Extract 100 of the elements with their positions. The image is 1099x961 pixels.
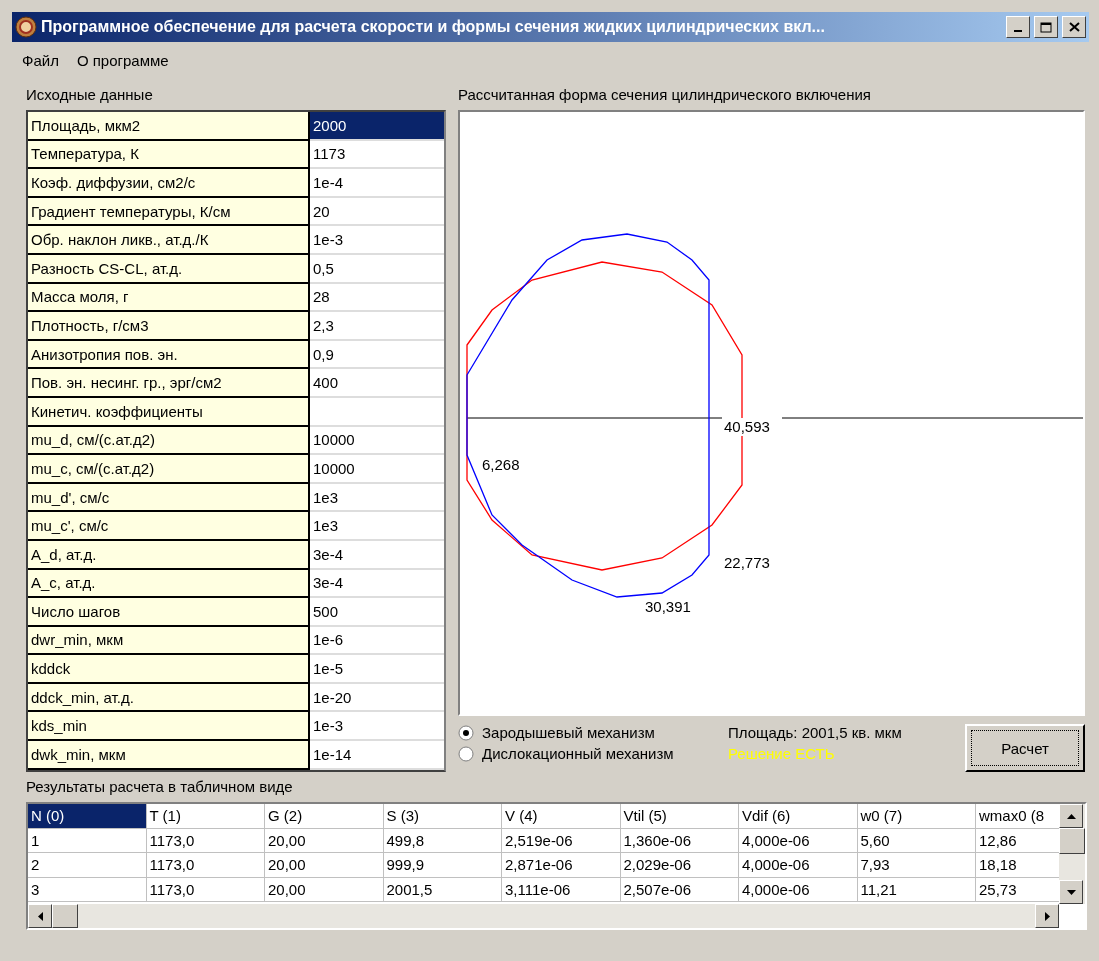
close-icon (1068, 22, 1080, 32)
table-cell: 999,9 (383, 853, 502, 878)
parameter-label: A_d, ат.д. (28, 540, 310, 570)
parameter-label: Обр. наклон ликв., ат.д./К (28, 226, 310, 255)
table-cell: 11,21 (857, 877, 976, 902)
parameter-label: kddck (28, 655, 310, 684)
table-cell: 20,00 (265, 828, 384, 853)
radio-label: Дислокационный механизм (482, 745, 674, 762)
parameter-value[interactable]: 1e-4 (310, 169, 444, 198)
table-cell: 2,029e-06 (620, 853, 739, 878)
column-header[interactable]: S (3) (383, 804, 502, 829)
parameter-value[interactable]: 3e-4 (310, 540, 444, 570)
table-cell: 20,00 (265, 877, 384, 902)
parameter-label: ddck_min, ат.д. (28, 683, 310, 713)
status-text: Решение ЕСТЬ (728, 745, 836, 762)
column-header[interactable]: N (0) (28, 804, 147, 829)
up-arrow-icon (1066, 813, 1076, 819)
table-cell: 1173,0 (146, 853, 265, 878)
table-cell: 1,360e-06 (620, 828, 739, 853)
parameter-label: Градиент температуры, К/см (28, 197, 310, 227)
parameter-label: dwr_min, мкм (28, 626, 310, 656)
section-title: Рассчитанная форма сечения цилиндрического включения (458, 86, 872, 105)
parameter-label: Кинетич. коэффициенты (28, 397, 310, 427)
table-cell: 2001,5 (383, 877, 502, 902)
menu-item[interactable]: О программе (76, 52, 169, 78)
parameter-label: mu_d, см/(с.ат.д2) (28, 426, 310, 456)
parameter-label: Разность CS-CL, ат.д. (28, 254, 310, 284)
section-title: Результаты расчета в табличном виде (26, 778, 294, 797)
mechanism-radio[interactable]: Дислокационный механизм (458, 745, 728, 762)
parameter-label: Число шагов (28, 598, 310, 627)
parameter-value[interactable]: 1e3 (310, 512, 444, 541)
window-title: Программное обеспечение для расчета скорости и формы сечения жидких цилиндрических вкл... (41, 18, 826, 36)
calculate-button[interactable]: Расчет (965, 724, 1085, 772)
parameter-value[interactable]: 0,5 (310, 254, 444, 284)
table-cell: 3 (28, 877, 147, 902)
table-cell: 2,871e-06 (502, 853, 621, 878)
parameter-value[interactable]: 0,9 (310, 340, 444, 370)
parameter-label: Температура, К (28, 140, 310, 170)
parameter-value[interactable]: 2000 (310, 112, 444, 141)
maximize-button[interactable] (1034, 16, 1058, 38)
maximize-icon (1040, 21, 1052, 33)
column-header[interactable]: G (2) (265, 804, 384, 829)
parameter-value[interactable]: 1e-3 (310, 226, 444, 255)
parameter-label: dwk_min, мкм (28, 741, 310, 770)
down-arrow-icon (1066, 889, 1076, 895)
parameter-label: Плотность, г/см3 (28, 312, 310, 341)
scrollbar-thumb[interactable] (1059, 828, 1085, 854)
table-cell: 1 (28, 828, 147, 853)
parameter-value[interactable]: 1e-20 (310, 683, 444, 713)
menu-item[interactable]: Файл (22, 52, 59, 78)
parameter-value[interactable]: 2,3 (310, 312, 444, 341)
parameter-label: Коэф. диффузии, см2/с (28, 169, 310, 198)
parameter-value[interactable]: 3e-4 (310, 569, 444, 599)
table-cell: 4,000e-06 (739, 853, 858, 878)
column-header[interactable]: Vdif (6) (739, 804, 858, 829)
minimize-icon (1014, 30, 1022, 32)
parameter-label: mu_c, см/(с.ат.д2) (28, 455, 310, 484)
column-header[interactable]: T (1) (146, 804, 265, 829)
table-cell: 20,00 (265, 853, 384, 878)
mechanism-radio[interactable]: Зародышевый механизм (458, 724, 728, 741)
parameter-label: Площадь, мкм2 (28, 112, 310, 141)
close-button[interactable] (1062, 16, 1086, 38)
parameter-value[interactable]: 500 (310, 598, 444, 627)
parameter-value[interactable]: 400 (310, 369, 444, 398)
parameter-value[interactable]: 1e3 (310, 483, 444, 513)
table-cell: 5,60 (857, 828, 976, 853)
minimize-button[interactable] (1006, 16, 1030, 38)
parameter-value[interactable]: 10000 (310, 426, 444, 456)
table-cell: 4,000e-06 (739, 828, 858, 853)
parameter-value[interactable]: 20 (310, 197, 444, 227)
table-cell: 1173,0 (146, 877, 265, 902)
radio-label: Зародышевый механизм (482, 724, 655, 741)
scrollbar-thumb[interactable] (52, 904, 78, 928)
table-cell: 2 (28, 853, 147, 878)
parameter-value[interactable]: 1e-5 (310, 655, 444, 684)
app-logo-icon (15, 16, 37, 38)
column-header[interactable]: Vtil (5) (620, 804, 739, 829)
parameter-label: Анизотропия пов. эн. (28, 340, 310, 370)
table-cell: 499,8 (383, 828, 502, 853)
parameter-value[interactable]: 28 (310, 283, 444, 313)
parameter-label: mu_c', см/с (28, 512, 310, 541)
parameter-value[interactable]: 1e-14 (310, 741, 444, 770)
table-cell: 7,93 (857, 853, 976, 878)
parameter-value[interactable]: 1e-3 (310, 712, 444, 742)
column-header[interactable]: w0 (7) (857, 804, 976, 829)
parameter-label: Пов. эн. несинг. гр., эрг/см2 (28, 369, 310, 398)
column-header[interactable]: V (4) (502, 804, 621, 829)
parameter-label: Масса моля, г (28, 283, 310, 313)
parameter-value[interactable]: 1e-6 (310, 626, 444, 656)
area-text: Площадь: 2001,5 кв. мкм (728, 724, 903, 741)
section-title: Исходные данные (26, 86, 154, 105)
parameter-label: kds_min (28, 712, 310, 742)
parameter-value[interactable]: 1173 (310, 140, 444, 170)
left-arrow-icon (37, 911, 43, 921)
table-cell: 2,507e-06 (620, 877, 739, 902)
table-cell: 4,000e-06 (739, 877, 858, 902)
right-arrow-icon (1044, 911, 1050, 921)
curve-label: 40,593 (724, 418, 770, 436)
table-cell: 3,111e-06 (502, 877, 621, 902)
parameter-value[interactable]: 10000 (310, 455, 444, 484)
